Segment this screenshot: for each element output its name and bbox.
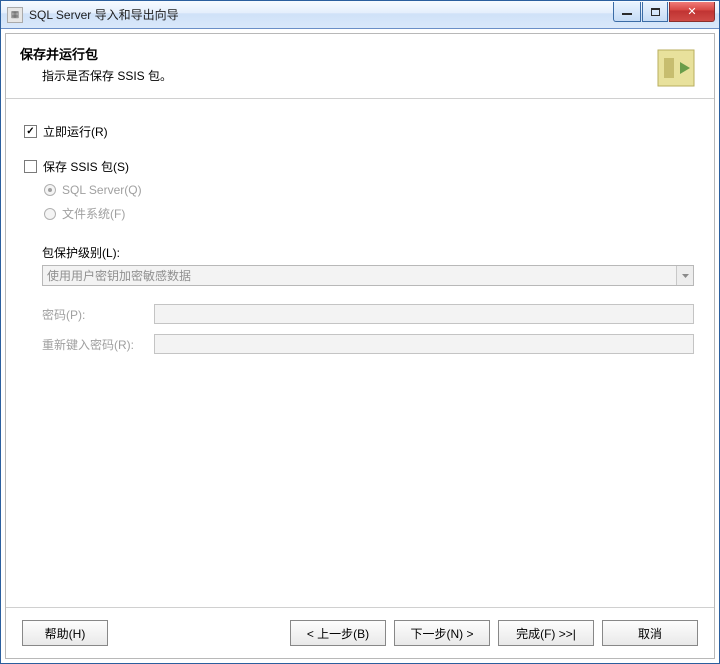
run-now-checkbox[interactable]	[24, 125, 37, 138]
footer: 帮助(H) < 上一步(B) 下一步(N) > 完成(F) >>| 取消	[6, 608, 714, 658]
file-system-radio	[44, 208, 56, 220]
save-ssis-checkbox[interactable]	[24, 160, 37, 173]
next-button[interactable]: 下一步(N) >	[394, 620, 490, 646]
run-now-label: 立即运行(R)	[43, 123, 108, 140]
content-outer: 保存并运行包 指示是否保存 SSIS 包。 立即运行(R)	[1, 29, 719, 663]
cancel-button[interactable]: 取消	[602, 620, 698, 646]
page-subtitle: 指示是否保存 SSIS 包。	[42, 67, 644, 84]
save-ssis-row[interactable]: 保存 SSIS 包(S)	[24, 158, 696, 175]
sql-server-row: SQL Server(Q)	[44, 183, 696, 197]
retype-password-row: 重新键入密码(R):	[42, 334, 696, 354]
protection-selected: 使用用户密钥加密敏感数据	[47, 267, 676, 284]
file-system-label: 文件系统(F)	[62, 205, 125, 222]
header-panel: 保存并运行包 指示是否保存 SSIS 包。	[6, 34, 714, 98]
file-system-row: 文件系统(F)	[44, 205, 696, 222]
sql-server-radio	[44, 184, 56, 196]
chevron-down-icon	[682, 274, 689, 278]
package-icon	[652, 44, 700, 92]
password-input	[154, 304, 694, 324]
protection-dropdown: 使用用户密钥加密敏感数据	[42, 265, 694, 286]
window-controls: ✕	[612, 2, 715, 22]
protection-label: 包保护级别(L):	[42, 244, 696, 261]
run-now-row[interactable]: 立即运行(R)	[24, 123, 696, 140]
footer-left: 帮助(H)	[22, 620, 108, 646]
finish-button[interactable]: 完成(F) >>|	[498, 620, 594, 646]
maximize-button[interactable]	[642, 2, 668, 22]
page-title: 保存并运行包	[20, 44, 644, 63]
app-icon: ▦	[7, 7, 23, 23]
help-button[interactable]: 帮助(H)	[22, 620, 108, 646]
retype-password-input	[154, 334, 694, 354]
save-ssis-label: 保存 SSIS 包(S)	[43, 158, 129, 175]
titlebar: ▦ SQL Server 导入和导出向导 ✕	[1, 1, 719, 29]
wizard-window: ▦ SQL Server 导入和导出向导 ✕ 保存并运行包 指示是否保存 SSI…	[0, 0, 720, 664]
back-button[interactable]: < 上一步(B)	[290, 620, 386, 646]
close-button[interactable]: ✕	[669, 2, 715, 22]
password-row: 密码(P):	[42, 304, 696, 324]
retype-password-label: 重新键入密码(R):	[42, 336, 154, 353]
minimize-button[interactable]	[613, 2, 641, 22]
password-label: 密码(P):	[42, 306, 154, 323]
dropdown-button	[676, 266, 693, 285]
body-panel: 立即运行(R) 保存 SSIS 包(S) SQL Server(Q) 文件系统(…	[6, 99, 714, 607]
sql-server-label: SQL Server(Q)	[62, 183, 142, 197]
inner-border: 保存并运行包 指示是否保存 SSIS 包。 立即运行(R)	[5, 33, 715, 659]
header-texts: 保存并运行包 指示是否保存 SSIS 包。	[20, 44, 644, 84]
window-title: SQL Server 导入和导出向导	[29, 6, 179, 23]
